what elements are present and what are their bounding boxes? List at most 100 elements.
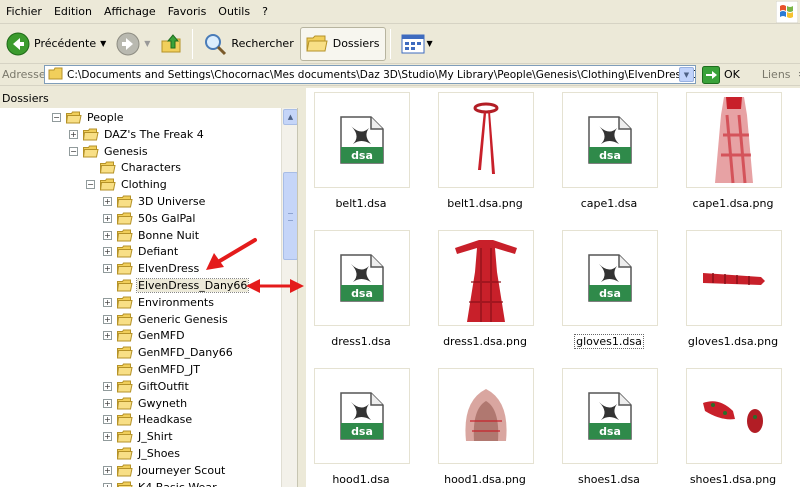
file-tile[interactable]: dsa shoes1.dsa <box>554 368 664 487</box>
tree-item[interactable]: + ElvenDress <box>103 260 200 277</box>
address-dropdown-icon[interactable]: ▼ <box>679 67 694 82</box>
file-tile[interactable]: dsa cape1.dsa <box>554 92 664 217</box>
file-tile[interactable]: dress1.dsa.png <box>430 230 540 355</box>
folder-icon <box>117 464 133 477</box>
tree-item[interactable]: J_Shoes <box>103 445 181 462</box>
back-dropdown-icon[interactable]: ▼ <box>100 39 106 48</box>
tree-item[interactable]: + Bonne Nuit <box>103 227 200 244</box>
up-folder-button[interactable] <box>156 27 188 61</box>
dsa-file-icon[interactable]: dsa <box>562 92 658 188</box>
pane-splitter[interactable] <box>298 88 306 487</box>
expand-icon[interactable]: + <box>103 230 112 240</box>
image-thumbnail[interactable] <box>686 368 782 464</box>
tree-item[interactable]: − Clothing <box>86 176 168 193</box>
expand-icon[interactable]: + <box>69 129 78 139</box>
folders-button[interactable]: Dossiers <box>299 26 387 61</box>
tree-item-label: ElvenDress_Dany66 <box>135 278 250 293</box>
tree-item[interactable]: + Journeyer Scout <box>103 462 226 479</box>
expand-icon[interactable]: + <box>103 297 112 307</box>
expand-icon[interactable]: + <box>103 432 112 442</box>
folders-tree[interactable]: − People + DAZ's The Freak 4 − Genesis Charact… <box>0 108 298 487</box>
dsa-file-icon[interactable]: dsa <box>314 230 410 326</box>
dsa-file-icon[interactable]: dsa <box>562 368 658 464</box>
image-thumbnail[interactable] <box>686 230 782 326</box>
tree-item[interactable]: + K4 Basic Wear <box>103 479 218 487</box>
tree-item[interactable]: + GiftOutfit <box>103 378 190 395</box>
menu-fichier[interactable]: Fichier <box>0 0 48 24</box>
back-button[interactable]: Précédente ▼ <box>2 27 110 61</box>
menu-affichage[interactable]: Affichage <box>98 0 162 24</box>
collapse-icon[interactable]: − <box>69 146 78 156</box>
expand-icon[interactable]: + <box>103 381 112 391</box>
tree-item[interactable]: − People <box>52 109 125 126</box>
file-tile[interactable]: belt1.dsa.png <box>430 92 540 217</box>
expand-icon[interactable]: + <box>103 465 112 475</box>
tree-item[interactable]: Characters <box>86 159 182 176</box>
tree-item-label: DAZ's The Freak 4 <box>104 127 204 141</box>
tree-item[interactable]: + Generic Genesis <box>103 311 229 328</box>
tree-item[interactable]: +3D Universe <box>103 193 206 210</box>
tree-item[interactable]: + Defiant <box>103 243 179 260</box>
tree-item[interactable]: + Headkase <box>103 411 193 428</box>
collapse-icon[interactable]: − <box>52 113 61 122</box>
tree-item[interactable]: + GenMFD <box>103 327 186 344</box>
file-tile[interactable]: cape1.dsa.png <box>678 92 788 217</box>
image-thumbnail[interactable] <box>686 92 782 188</box>
scroll-thumb[interactable] <box>283 172 297 260</box>
expand-icon[interactable]: + <box>103 314 112 324</box>
tree-item[interactable]: GenMFD_Dany66 <box>103 344 234 361</box>
image-thumbnail[interactable] <box>438 92 534 188</box>
expand-icon[interactable]: + <box>103 213 112 223</box>
dsa-file-icon[interactable]: dsa <box>314 92 410 188</box>
file-tile[interactable]: dsa belt1.dsa <box>306 92 416 217</box>
menu-outils[interactable]: Outils <box>212 0 256 24</box>
image-thumbnail[interactable] <box>438 230 534 326</box>
expand-icon[interactable]: + <box>103 247 112 257</box>
file-tile[interactable]: dsa gloves1.dsa <box>554 230 664 355</box>
expand-icon[interactable]: + <box>103 398 112 408</box>
search-button[interactable]: Rechercher <box>199 27 297 61</box>
file-tile[interactable]: shoes1.dsa.png <box>678 368 788 487</box>
links-toolbar[interactable]: Liens » <box>762 68 800 81</box>
tree-item[interactable]: +50s GalPal <box>103 210 196 227</box>
expand-icon[interactable]: + <box>103 197 112 206</box>
forward-button[interactable]: ▼ <box>112 27 154 61</box>
collapse-icon[interactable]: − <box>86 180 95 190</box>
tree-item[interactable]: + DAZ's The Freak 4 <box>69 126 205 143</box>
tree-item[interactable]: + Gwyneth <box>103 395 188 412</box>
folder-icon <box>100 161 116 174</box>
tree-item[interactable]: + Environments <box>103 294 215 311</box>
folders-icon <box>306 35 328 51</box>
expand-icon[interactable]: + <box>103 264 112 274</box>
dsa-file-icon[interactable]: dsa <box>314 368 410 464</box>
menu-bar: Fichier Edition Affichage Favoris Outils… <box>0 0 800 24</box>
file-tile[interactable]: dsa dress1.dsa <box>306 230 416 355</box>
expand-icon[interactable]: + <box>103 331 112 341</box>
dsa-file-icon[interactable]: dsa <box>562 230 658 326</box>
tree-item[interactable]: − Genesis <box>69 143 149 160</box>
tree-item[interactable]: GenMFD_JT <box>103 361 201 378</box>
views-button[interactable]: ▼ <box>397 27 436 61</box>
forward-dropdown-icon[interactable]: ▼ <box>144 39 150 48</box>
menu-favoris[interactable]: Favoris <box>162 0 213 24</box>
file-name: dress1.dsa.png <box>443 335 527 348</box>
tree-item[interactable]: ElvenDress_Dany66 <box>103 277 250 294</box>
scroll-up-icon[interactable]: ▲ <box>283 109 297 125</box>
file-tile[interactable]: dsa hood1.dsa <box>306 368 416 487</box>
address-input[interactable]: C:\Documents and Settings\Chocornac\Mes … <box>44 65 696 84</box>
image-thumbnail[interactable] <box>438 368 534 464</box>
menu-edition[interactable]: Edition <box>48 0 98 24</box>
file-view: dsa belt1.dsa belt1.dsa.png dsa cape1.dsa cap… <box>306 88 800 487</box>
file-tile[interactable]: hood1.dsa.png <box>430 368 540 487</box>
go-button[interactable]: OK <box>702 65 740 84</box>
vertical-scrollbar[interactable]: ▲ <box>281 108 297 487</box>
file-tile[interactable]: gloves1.dsa.png <box>678 230 788 355</box>
expand-icon[interactable]: + <box>103 482 112 487</box>
file-name: gloves1.dsa.png <box>687 335 779 348</box>
menu-help[interactable]: ? <box>256 0 274 24</box>
toolbar-separator <box>390 28 392 59</box>
views-dropdown-icon[interactable]: ▼ <box>426 39 432 48</box>
address-bar: Adresse C:\Documents and Settings\Chocor… <box>0 64 800 86</box>
tree-item[interactable]: + J_Shirt <box>103 428 174 445</box>
expand-icon[interactable]: + <box>103 415 112 425</box>
